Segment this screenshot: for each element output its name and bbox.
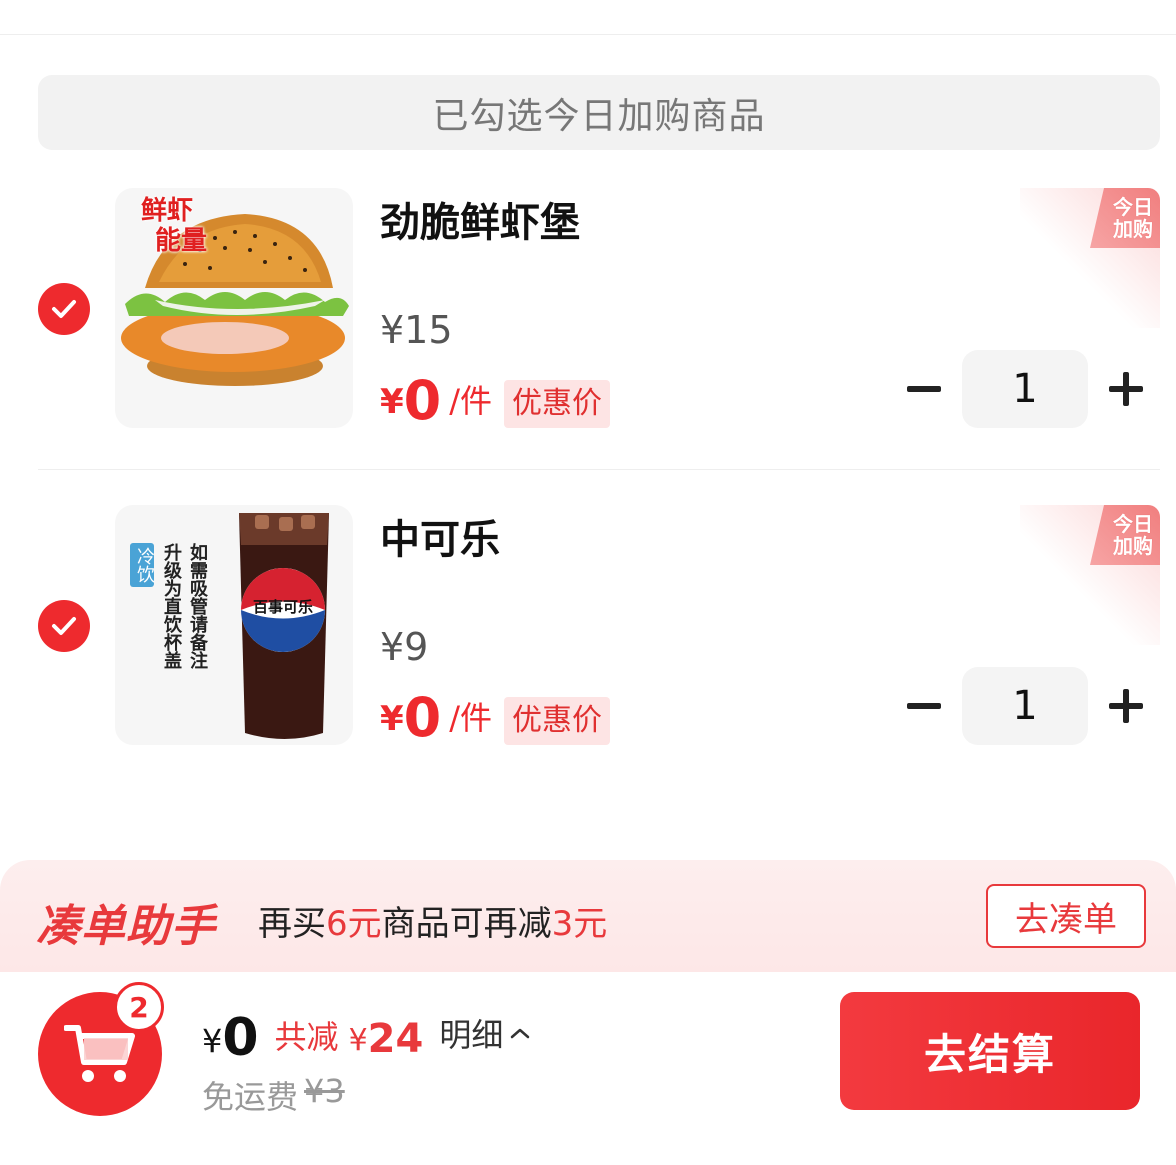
add-more-button[interactable]: 去凑单: [986, 884, 1146, 948]
increase-button[interactable]: [1102, 365, 1150, 413]
deal-price: 0: [403, 369, 442, 432]
top-divider: [0, 34, 1176, 35]
checkout-bar: 2 ¥ 0 共减 ¥ 24 明细 免运费 ¥3 去结算: [0, 972, 1176, 1165]
deal-currency: ¥: [380, 382, 404, 422]
item-original-price: ¥9: [380, 625, 429, 669]
deal-price: 0: [403, 686, 442, 749]
item-checkbox[interactable]: [38, 600, 90, 652]
item-divider: [38, 469, 1160, 470]
total-value: 0: [222, 1008, 259, 1068]
saved-label: 共减: [274, 1018, 339, 1056]
saved-currency: ¥: [348, 1023, 368, 1058]
check-icon: [52, 617, 76, 635]
discount-tag: 优惠价: [504, 697, 611, 745]
plus-icon: [1109, 689, 1143, 723]
deal-currency: ¥: [380, 699, 404, 739]
freight-label: 免运费: [202, 1078, 299, 1116]
cart-item: 冷饮 如需吸管请备注 升级为直饮杯盖 百事可乐 中可乐 ¥9 ¥ 0 /件 优惠…: [0, 505, 1176, 785]
item-original-price: ¥15: [380, 308, 453, 352]
discount-tag: 优惠价: [504, 380, 611, 428]
quantity-stepper: 1: [900, 350, 1150, 428]
checkout-button[interactable]: 去结算: [840, 992, 1140, 1110]
minus-icon: [907, 703, 941, 709]
cold-drink-badge: 冷饮: [130, 543, 155, 587]
image-note: 如需吸管请备注 升级为直饮杯盖: [161, 543, 208, 669]
helper-message: 再买6元商品可再减3元: [258, 904, 608, 944]
per-unit: /件: [449, 699, 493, 737]
cola-cup-image[interactable]: 冷饮 如需吸管请备注 升级为直饮杯盖 百事可乐: [115, 505, 353, 745]
order-helper-bar: 凑单助手 再买6元商品可再减3元 去凑单: [0, 860, 1176, 972]
corner-label: 今日 加购: [1113, 195, 1153, 241]
total-currency: ¥: [202, 1022, 223, 1060]
increase-button[interactable]: [1102, 682, 1150, 730]
cart-count-badge: 2: [114, 982, 164, 1032]
chevron-up-icon: [511, 1028, 530, 1039]
freight-row: 免运费 ¥3: [202, 1072, 345, 1118]
helper-title: 凑单助手: [36, 901, 216, 952]
saved-value: 24: [367, 1016, 424, 1062]
cup-logo-text: 百事可乐: [252, 598, 313, 616]
check-icon: [52, 300, 76, 318]
plus-icon: [1109, 372, 1143, 406]
cart-item: 鲜虾 能量 劲脆鲜虾堡 ¥15 ¥ 0 /件 优惠价 今日 加购 1: [0, 188, 1176, 468]
shrimp-burger-image[interactable]: 鲜虾 能量: [115, 188, 353, 428]
quantity-stepper: 1: [900, 667, 1150, 745]
freight-original: ¥3: [304, 1072, 345, 1110]
item-deal-price-row: ¥ 0 /件 优惠价: [380, 366, 611, 432]
minus-icon: [907, 386, 941, 392]
corner-label: 今日 加购: [1113, 512, 1153, 558]
quantity-value[interactable]: 1: [962, 667, 1088, 745]
decrease-button[interactable]: [900, 365, 948, 413]
per-unit: /件: [449, 382, 493, 420]
item-checkbox[interactable]: [38, 283, 90, 335]
selected-addons-banner: 已勾选今日加购商品: [38, 75, 1160, 150]
item-name: 劲脆鲜虾堡: [380, 200, 580, 246]
item-deal-price-row: ¥ 0 /件 优惠价: [380, 683, 611, 749]
cart-icon: [64, 1025, 135, 1082]
decrease-button[interactable]: [900, 682, 948, 730]
quantity-value[interactable]: 1: [962, 350, 1088, 428]
item-name: 中可乐: [380, 517, 500, 563]
detail-toggle[interactable]: 明细: [439, 1010, 531, 1056]
total-row: ¥ 0 共减 ¥ 24 明细: [202, 1004, 531, 1064]
image-badge: 鲜虾 能量: [141, 196, 208, 256]
